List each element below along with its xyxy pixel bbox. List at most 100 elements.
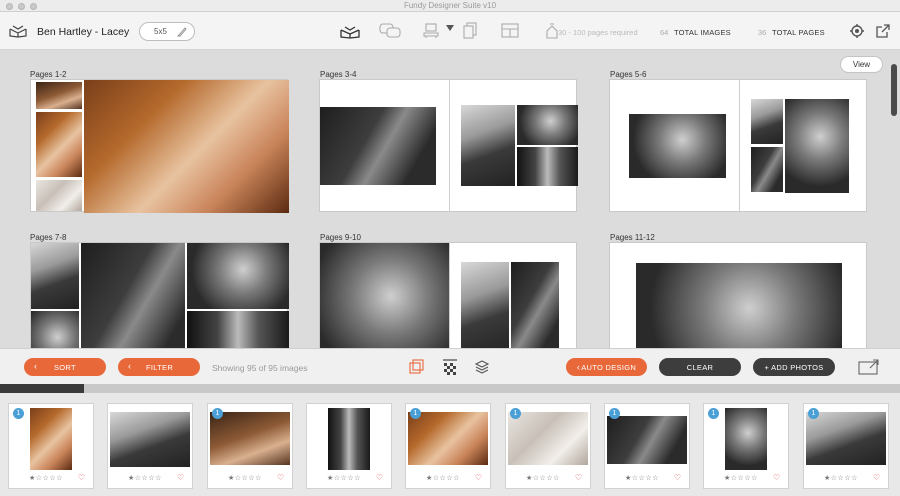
layers-icon[interactable]: [473, 357, 491, 377]
album-size-value: 5x5: [154, 27, 167, 36]
spread-pages-5-6[interactable]: [609, 79, 867, 212]
wall-art-icon[interactable]: [421, 21, 441, 41]
filter-label: FILTER: [146, 362, 174, 372]
stack-photos-icon[interactable]: [408, 357, 426, 377]
heart-icon[interactable]: ♡: [376, 473, 383, 482]
spread-pages-1-2[interactable]: [30, 79, 289, 213]
export-icon[interactable]: [874, 21, 892, 41]
star-rating[interactable]: ★☆☆☆☆: [29, 474, 63, 482]
thumbnail-image: [806, 412, 886, 465]
album-view-icon[interactable]: [339, 21, 361, 41]
star-rating[interactable]: ★☆☆☆☆: [228, 474, 262, 482]
window-title: Fundy Designer Suite v10: [403, 1, 497, 10]
title-bar: Fundy Designer Suite v10: [0, 0, 900, 12]
thumbnail-image: [210, 412, 290, 465]
spread-pages-9-10[interactable]: [319, 242, 577, 348]
filter-button[interactable]: ‹ FILTER: [118, 358, 200, 376]
star-rating[interactable]: ★☆☆☆☆: [526, 474, 560, 482]
filmstrip-thumbnail[interactable]: 1 ★☆☆☆☆ ♡: [604, 403, 690, 489]
chevron-left-icon: ‹: [576, 362, 581, 372]
thumbnail-image: [607, 416, 687, 464]
star-rating[interactable]: ★☆☆☆☆: [426, 474, 460, 482]
filmstrip-thumbnail[interactable]: ★☆☆☆☆ ♡: [306, 403, 392, 489]
spread-photo[interactable]: [31, 311, 79, 348]
spread-pages-3-4[interactable]: [319, 79, 578, 212]
heart-icon[interactable]: ♡: [78, 473, 85, 482]
vertical-scrollbar[interactable]: [891, 64, 897, 116]
window-caret-icon: [446, 25, 454, 31]
showing-count-text: Showing 95 of 95 images: [212, 363, 308, 373]
heart-icon[interactable]: ♡: [674, 473, 681, 482]
usage-count-badge: 1: [808, 408, 819, 419]
album-home-icon[interactable]: [8, 21, 28, 41]
spread-photo[interactable]: [320, 243, 449, 348]
spread-photo[interactable]: [461, 262, 509, 348]
filmstrip-thumbnail[interactable]: 1 ★☆☆☆☆ ♡: [207, 403, 293, 489]
spreads-area: View Pages 1-2 Pages 3-4 Pages 5-6 Pages…: [0, 50, 900, 348]
heart-icon[interactable]: ♡: [773, 473, 780, 482]
clear-button[interactable]: CLEAR: [659, 358, 741, 376]
heart-icon[interactable]: ♡: [873, 473, 880, 482]
settings-icon[interactable]: [848, 21, 866, 41]
heart-icon[interactable]: ♡: [177, 473, 184, 482]
spread-label: Pages 9-10: [320, 233, 361, 242]
filmstrip-thumbnail[interactable]: 1 ★☆☆☆☆ ♡: [405, 403, 491, 489]
heart-icon[interactable]: ♡: [475, 473, 482, 482]
total-images-count: 64: [660, 28, 669, 37]
spread-spine: [739, 80, 740, 211]
star-rating[interactable]: ★☆☆☆☆: [724, 474, 758, 482]
chat-icon[interactable]: [378, 21, 402, 41]
spread-photo[interactable]: [511, 262, 559, 348]
chevron-left-icon: ‹: [34, 361, 38, 371]
usage-count-badge: 1: [212, 408, 223, 419]
spread-pages-11-12[interactable]: [609, 242, 867, 348]
pencil-icon: [176, 26, 187, 39]
spread-photo[interactable]: [636, 263, 842, 348]
filmstrip-thumbnail[interactable]: ★☆☆☆☆ ♡: [107, 403, 193, 489]
sort-button[interactable]: ‹ SORT: [24, 358, 106, 376]
spread-photo[interactable]: [785, 99, 849, 193]
spread-spine: [449, 243, 450, 348]
spread-photo[interactable]: [629, 114, 726, 178]
album-size-selector[interactable]: 5x5: [139, 22, 195, 41]
spread-photo[interactable]: [517, 147, 578, 186]
client-name[interactable]: Ben Hartley - Lacey: [37, 26, 129, 38]
auto-design-button[interactable]: ‹ AUTO DESIGN: [566, 358, 647, 376]
filmstrip-thumbnail[interactable]: 1 ★☆☆☆☆ ♡: [803, 403, 889, 489]
star-rating[interactable]: ★☆☆☆☆: [625, 474, 659, 482]
spread-photo[interactable]: [187, 243, 289, 309]
spread-photo[interactable]: [187, 311, 289, 348]
grid-toggle-icon[interactable]: [441, 357, 459, 377]
sort-label: SORT: [54, 362, 76, 372]
spread-photo[interactable]: [751, 99, 783, 144]
spread-photo[interactable]: [84, 80, 289, 213]
view-button[interactable]: View: [840, 56, 883, 73]
filmstrip-thumbnail[interactable]: 1 ★☆☆☆☆ ♡: [505, 403, 591, 489]
add-photos-button[interactable]: + ADD PHOTOS: [753, 358, 835, 376]
spread-photo[interactable]: [461, 105, 515, 186]
heart-icon[interactable]: ♡: [277, 473, 284, 482]
expand-filmstrip-icon[interactable]: [858, 357, 880, 377]
star-rating[interactable]: ★☆☆☆☆: [327, 474, 361, 482]
filmstrip-thumbnail[interactable]: 1 ★☆☆☆☆ ♡: [8, 403, 94, 489]
spread-photo[interactable]: [751, 147, 783, 192]
thumbnail-image: [725, 408, 767, 470]
filmstrip-thumbnail[interactable]: 1 ★☆☆☆☆ ♡: [703, 403, 789, 489]
filmstrip-scrollbar[interactable]: [0, 384, 900, 393]
spread-photo[interactable]: [36, 180, 82, 211]
pages-icon[interactable]: [460, 21, 480, 41]
spread-pages-7-8[interactable]: [30, 242, 289, 348]
spread-label: Pages 3-4: [320, 70, 357, 79]
heart-icon[interactable]: ♡: [575, 473, 582, 482]
layout-icon[interactable]: [500, 21, 520, 41]
star-rating[interactable]: ★☆☆☆☆: [824, 474, 858, 482]
spread-photo[interactable]: [81, 243, 185, 348]
star-rating[interactable]: ★☆☆☆☆: [128, 474, 162, 482]
spread-photo[interactable]: [320, 107, 436, 185]
spread-photo[interactable]: [36, 112, 82, 177]
spread-photo[interactable]: [31, 243, 79, 309]
filmstrip-scroll-thumb[interactable]: [0, 384, 84, 393]
spread-photo[interactable]: [517, 105, 578, 145]
thumbnail-image: [508, 412, 588, 465]
spread-photo[interactable]: [36, 82, 82, 109]
